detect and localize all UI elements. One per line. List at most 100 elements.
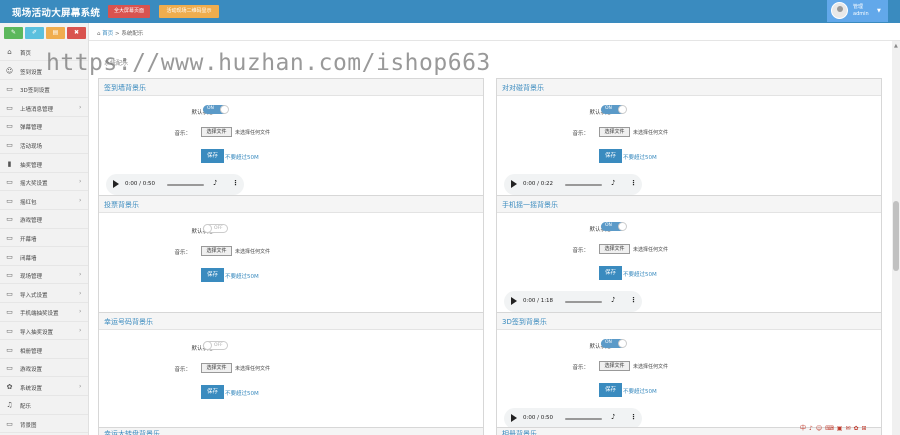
scrollbar[interactable]: ▲ bbox=[892, 41, 900, 435]
monitor-icon: ▭ bbox=[6, 271, 13, 280]
volume-icon[interactable]: ♪ bbox=[611, 296, 615, 304]
no-file-text: 未选择任何文件 bbox=[235, 366, 271, 372]
sidebar-item[interactable]: ▭ 导入抽奖设置 › bbox=[0, 322, 88, 341]
sidebar-item-label: 摇大奖设置 bbox=[20, 181, 48, 188]
tray-icon[interactable]: ⌨ bbox=[825, 425, 834, 432]
volume-icon[interactable]: ♪ bbox=[611, 179, 615, 187]
toggle-knob bbox=[618, 105, 627, 114]
default-state-toggle[interactable]: OFF bbox=[203, 224, 228, 233]
sidebar-item[interactable]: ▭ 摇红包 › bbox=[0, 192, 88, 210]
tray-icon[interactable]: 中 bbox=[800, 423, 806, 432]
audio-seek-bar[interactable] bbox=[565, 301, 602, 303]
audio-player[interactable]: 0:00 / 0:50 ♪ ⋮ bbox=[504, 408, 642, 429]
sidebar-item[interactable]: ▭ 手机端抽奖设置 › bbox=[0, 303, 88, 322]
default-state-toggle[interactable]: ON bbox=[601, 105, 627, 114]
choose-file-button[interactable]: 选择文件 bbox=[599, 244, 630, 254]
tray-icon[interactable]: ☺ bbox=[816, 425, 822, 432]
sidebar-item[interactable]: ▭ 3D签到设置 bbox=[0, 80, 88, 99]
audio-player[interactable]: 0:00 / 1:18 ♪ ⋮ bbox=[504, 291, 642, 312]
user-menu[interactable]: 管理 admin ▼ bbox=[827, 0, 888, 22]
sidebar-item[interactable]: ▭ 背景图 bbox=[0, 415, 88, 434]
volume-icon[interactable]: ♪ bbox=[213, 179, 217, 187]
folder-quick-button[interactable]: ▤ bbox=[46, 27, 65, 39]
sidebar-item-label: 现场管理 bbox=[20, 274, 43, 281]
panel-header: 签到墙背景乐 bbox=[99, 79, 483, 96]
edit-quick-button[interactable]: ✐ bbox=[25, 27, 44, 39]
save-button[interactable]: 保存 bbox=[201, 385, 224, 399]
settings-quick-button[interactable]: ✖ bbox=[67, 27, 86, 39]
default-state-toggle[interactable]: OFF bbox=[203, 341, 228, 350]
music-panel: 对对碰背景乐 默认状态： ON 音乐： 选择文件 未选择任何文件 保存 不要超过… bbox=[496, 78, 882, 196]
play-icon[interactable] bbox=[511, 414, 517, 422]
sidebar-item-label: 弹幕管理 bbox=[20, 125, 43, 132]
sidebar-item[interactable]: ▭ 游戏设置 bbox=[0, 359, 88, 378]
app-title: 现场活动大屏幕系统 bbox=[12, 8, 101, 19]
choose-file-button[interactable]: 选择文件 bbox=[201, 127, 232, 137]
breadcrumb-home[interactable]: 首页 bbox=[102, 31, 113, 37]
open-screen-button[interactable]: 全大屏幕页面 bbox=[108, 5, 150, 18]
sidebar-item[interactable]: ▭ 闭幕墙 bbox=[0, 248, 88, 266]
chevron-icon: › bbox=[79, 289, 82, 297]
play-icon[interactable] bbox=[113, 180, 119, 188]
choose-file-button[interactable]: 选择文件 bbox=[599, 361, 630, 371]
sidebar-item[interactable]: ▮ 抽奖管理 bbox=[0, 155, 88, 173]
tray-icon[interactable]: ▣ bbox=[837, 425, 843, 432]
save-button[interactable]: 保存 bbox=[201, 268, 224, 282]
sidebar-item-label: 抽奖管理 bbox=[20, 162, 43, 169]
scrollbar-thumb[interactable] bbox=[893, 201, 899, 271]
qrcode-button[interactable]: 活动现场二维码显示 bbox=[159, 5, 219, 18]
sidebar-item[interactable]: ▭ 上墙消息管理 › bbox=[0, 99, 88, 117]
sidebar-item[interactable]: ♫ 配乐 bbox=[0, 396, 88, 415]
audio-seek-bar[interactable] bbox=[167, 184, 204, 186]
save-button[interactable]: 保存 bbox=[599, 149, 622, 163]
sidebar-item[interactable]: ▭ 现场管理 › bbox=[0, 266, 88, 285]
scroll-up-icon[interactable]: ▲ bbox=[894, 43, 898, 49]
home-icon: ⌂ bbox=[97, 31, 101, 37]
sidebar-item[interactable]: ▭ 活动现场 bbox=[0, 136, 88, 155]
sidebar-item[interactable]: ▭ 弹幕管理 bbox=[0, 117, 88, 136]
music-label: 音乐： bbox=[572, 131, 589, 137]
more-options-icon[interactable]: ⋮ bbox=[630, 179, 637, 187]
save-button[interactable]: 保存 bbox=[201, 149, 224, 163]
audio-player[interactable]: 0:00 / 0:50 ♪ ⋮ bbox=[106, 174, 244, 195]
play-icon[interactable] bbox=[511, 297, 517, 305]
sidebar-item[interactable]: ▭ 摇大奖设置 › bbox=[0, 173, 88, 192]
panel-title: 幸运大转盘背景乐 bbox=[104, 430, 160, 435]
users-icon: ☺ bbox=[5, 66, 14, 75]
save-button[interactable]: 保存 bbox=[599, 266, 622, 280]
choose-file-button[interactable]: 选择文件 bbox=[201, 363, 232, 373]
chat-quick-button[interactable]: ✎ bbox=[4, 27, 23, 39]
volume-icon[interactable]: ♪ bbox=[611, 413, 615, 421]
audio-seek-bar[interactable] bbox=[565, 418, 602, 420]
play-icon[interactable] bbox=[511, 180, 517, 188]
audio-seek-bar[interactable] bbox=[565, 184, 602, 186]
sidebar-item[interactable]: ▭ 导入式设置 › bbox=[0, 285, 88, 303]
sidebar-item-label: 上墙消息管理 bbox=[20, 106, 54, 113]
more-options-icon[interactable]: ⋮ bbox=[232, 179, 239, 187]
save-button[interactable]: 保存 bbox=[599, 383, 622, 397]
breadcrumb-current: 系统配乐 bbox=[121, 31, 144, 37]
choose-file-button[interactable]: 选择文件 bbox=[201, 246, 232, 256]
sidebar-item[interactable]: ✿ 系统设置 › bbox=[0, 378, 88, 396]
choose-file-button[interactable]: 选择文件 bbox=[599, 127, 630, 137]
audio-player[interactable]: 0:00 / 0:22 ♪ ⋮ bbox=[504, 174, 642, 195]
monitor-icon: ▭ bbox=[6, 364, 13, 373]
tray-icon[interactable]: ✿ bbox=[854, 425, 859, 432]
sidebar-item[interactable]: ▭ 开幕墙 bbox=[0, 229, 88, 248]
more-options-icon[interactable]: ⋮ bbox=[630, 296, 637, 304]
sidebar-item-label: 签到设置 bbox=[20, 69, 43, 76]
tray-icon[interactable]: ✉ bbox=[845, 425, 850, 432]
tray-icon[interactable]: ⊞ bbox=[862, 425, 867, 432]
music-panel: 幸运号码背景乐 默认状态： OFF 音乐： 选择文件 未选择任何文件 保存 不要… bbox=[98, 312, 484, 430]
tray-icon[interactable]: ♪ bbox=[809, 425, 813, 432]
monitor-icon: ▭ bbox=[6, 289, 13, 298]
default-state-toggle[interactable]: ON bbox=[601, 339, 627, 348]
more-options-icon[interactable]: ⋮ bbox=[630, 413, 637, 421]
sidebar-item-label: 背景图 bbox=[20, 423, 37, 429]
no-file-text: 未选择任何文件 bbox=[633, 130, 669, 136]
sidebar-item[interactable]: ▭ 相册管理 bbox=[0, 341, 88, 359]
avatar bbox=[831, 2, 848, 19]
default-state-toggle[interactable]: ON bbox=[203, 105, 229, 114]
default-state-toggle[interactable]: ON bbox=[601, 222, 627, 231]
sidebar-item[interactable]: ▭ 游戏管理 bbox=[0, 210, 88, 229]
